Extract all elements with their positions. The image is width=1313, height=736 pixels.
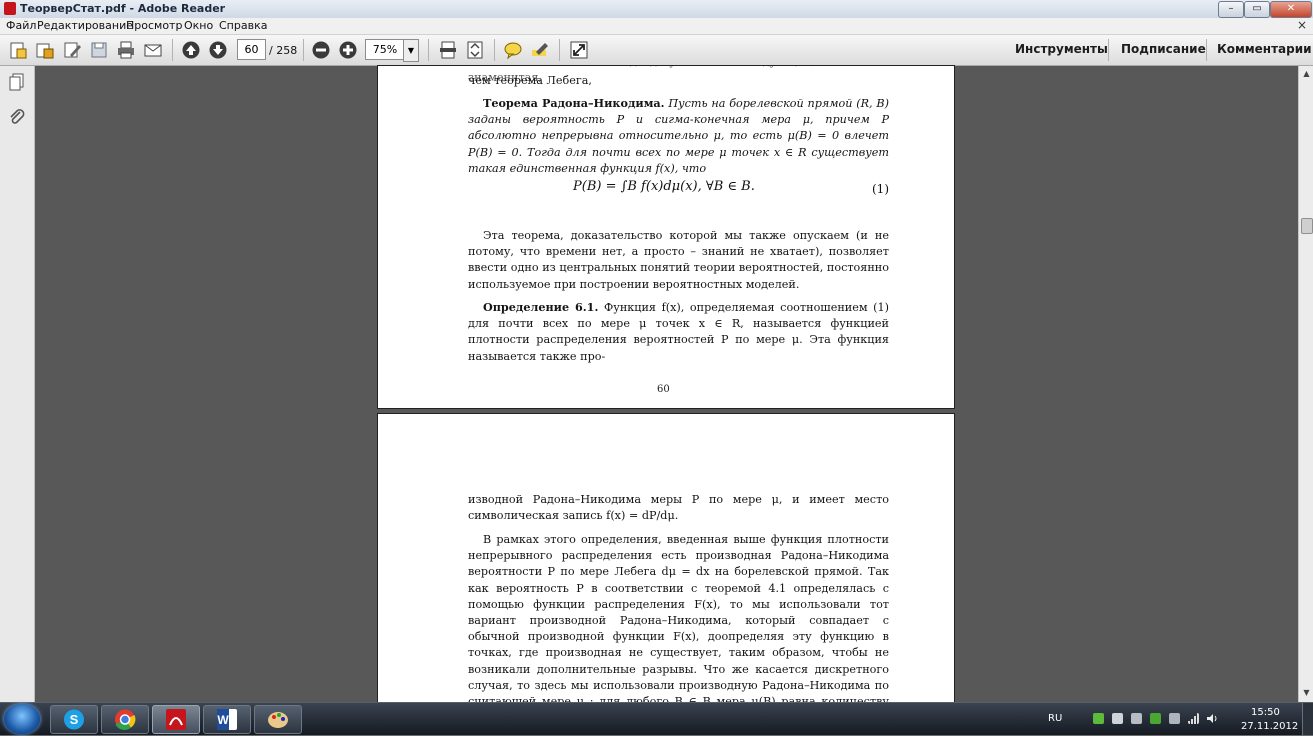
attachments-icon[interactable] <box>8 108 26 126</box>
adobe-reader-icon <box>4 2 16 15</box>
definition-block: Определение 6.1. Функция f(x), определяе… <box>468 299 889 365</box>
tab-comments[interactable]: Комментарии <box>1217 42 1312 56</box>
taskbar-word[interactable]: W <box>203 705 251 734</box>
adobe-reader-icon <box>166 709 186 730</box>
zoom-level-input[interactable]: 75% <box>365 39 405 60</box>
pdf-page-61: изводной Радона–Никодима меры P по мере … <box>378 414 954 702</box>
comment-icon[interactable] <box>503 40 523 60</box>
taskbar-adobe-reader[interactable] <box>152 705 200 734</box>
paint-icon <box>268 712 288 728</box>
page-down-icon[interactable] <box>208 40 228 60</box>
menu-edit[interactable]: Редактирование <box>37 19 133 32</box>
fullscreen-icon[interactable] <box>569 40 589 60</box>
fit-width-icon[interactable] <box>465 40 485 60</box>
menu-help[interactable]: Справка <box>219 19 267 32</box>
paragraph: Эта теорема, доказательство которой мы т… <box>468 229 889 291</box>
save-icon[interactable] <box>89 40 109 60</box>
toolbar-separator <box>1206 39 1207 61</box>
page-total: / 258 <box>269 44 298 57</box>
highlight-icon[interactable] <box>530 40 550 60</box>
taskbar-paint[interactable] <box>254 705 302 734</box>
zoom-out-icon[interactable] <box>311 40 331 60</box>
show-desktop-button[interactable] <box>1302 703 1313 735</box>
scroll-up-icon[interactable]: ▲ <box>1300 67 1313 81</box>
taskbar-skype[interactable]: S <box>50 705 98 734</box>
toolbar: 60 / 258 75% ▼ Инструменты Подписание Ко… <box>0 35 1313 66</box>
zoom-dropdown-icon[interactable]: ▼ <box>403 39 419 62</box>
clock-time[interactable]: 15:50 <box>1251 707 1280 718</box>
page-thumbnails-icon[interactable] <box>8 73 26 91</box>
chrome-icon <box>115 709 136 730</box>
edit-icon[interactable] <box>62 40 82 60</box>
close-button[interactable]: ✕ <box>1270 1 1312 18</box>
tray-app-icon[interactable] <box>1093 713 1104 724</box>
theorem-title: Теорема Радона–Никодима. <box>483 96 665 110</box>
formula: P(B) = ∫B f(x)dμ(x), ∀B ∈ B. <box>573 179 755 194</box>
definition-title: Определение 6.1. <box>483 300 599 314</box>
email-icon[interactable] <box>143 40 163 60</box>
tab-sign[interactable]: Подписание <box>1121 42 1206 56</box>
toolbar-separator <box>303 39 304 61</box>
svg-text:W: W <box>217 713 229 727</box>
paragraph: изводной Радона–Никодима меры P по мере … <box>468 493 889 523</box>
skype-icon: S <box>64 709 84 730</box>
tray-device-icon[interactable] <box>1112 713 1123 724</box>
page-number-footer: 60 <box>657 384 670 395</box>
language-indicator[interactable]: RU <box>1048 713 1062 724</box>
toolbar-separator <box>1108 39 1109 61</box>
taskbar: S W RU 15:50 27.11.2012 <box>0 702 1313 735</box>
title-bar: ТеорверСтат.pdf - Adobe Reader – ▭ ✕ <box>0 0 1313 19</box>
theorem-block: Теорема Радона–Никодима. Пусть на бореле… <box>468 95 889 175</box>
menu-view[interactable]: Просмотр <box>126 19 182 32</box>
formula-number: (1) <box>872 182 889 196</box>
menu-window[interactable]: Окно <box>184 19 213 32</box>
maximize-button[interactable]: ▭ <box>1244 1 1270 18</box>
close-document-icon[interactable]: × <box>1297 18 1307 32</box>
page-number-input[interactable]: 60 <box>237 39 266 60</box>
clock-date[interactable]: 27.11.2012 <box>1241 721 1298 732</box>
tab-tools[interactable]: Инструменты <box>1015 42 1108 56</box>
start-button[interactable] <box>4 704 40 734</box>
svg-text:S: S <box>70 712 79 727</box>
volume-icon[interactable] <box>1207 713 1218 724</box>
toolbar-separator <box>494 39 495 61</box>
toolbar-separator <box>428 39 429 61</box>
open-icon[interactable] <box>35 40 55 60</box>
page-text-intro: чем теорема Лебега, <box>468 74 592 87</box>
signal-icon[interactable] <box>1188 713 1199 724</box>
word-icon: W <box>217 709 237 730</box>
zoom-in-icon[interactable] <box>338 40 358 60</box>
pdf-page-60: личных типов. Этот подход указывает след… <box>378 66 954 408</box>
tray-usb-icon[interactable] <box>1169 713 1180 724</box>
tray-message-icon[interactable] <box>1131 713 1142 724</box>
tray-update-icon[interactable] <box>1150 713 1161 724</box>
page-up-icon[interactable] <box>181 40 201 60</box>
taskbar-chrome[interactable] <box>101 705 149 734</box>
scroll-thumb[interactable] <box>1301 218 1313 234</box>
navigation-panel <box>0 66 35 702</box>
window-title: ТеорверСтат.pdf - Adobe Reader <box>20 2 226 15</box>
vertical-scrollbar[interactable]: ▲ ▼ <box>1298 66 1313 702</box>
menu-file[interactable]: Файл <box>6 19 36 32</box>
print-icon[interactable] <box>116 40 136 60</box>
scroll-down-icon[interactable]: ▼ <box>1300 686 1313 700</box>
paragraph: В рамках этого определения, введенная вы… <box>468 533 889 702</box>
toolbar-separator <box>172 39 173 61</box>
toolbar-separator <box>559 39 560 61</box>
document-view[interactable]: личных типов. Этот подход указывает след… <box>35 66 1298 702</box>
menu-bar: Файл Редактирование Просмотр Окно Справк… <box>0 18 1313 35</box>
minimize-button[interactable]: – <box>1218 1 1244 18</box>
create-pdf-icon[interactable] <box>8 40 28 60</box>
fit-page-icon[interactable] <box>438 40 458 60</box>
